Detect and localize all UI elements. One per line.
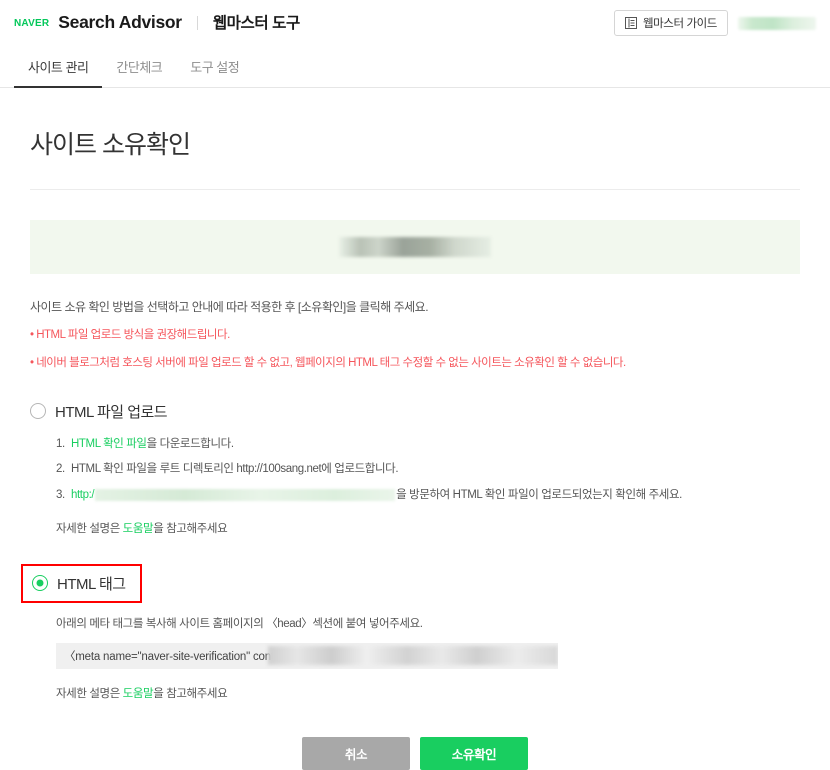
meta-tag-content-redacted: [268, 645, 558, 665]
list-item: 3. http:/ 을 방문하여 HTML 확인 파일이 업로드되었는지 확인해 …: [56, 487, 800, 504]
meta-tag-input[interactable]: 〈meta name="naver-site-verification" con…: [56, 642, 558, 669]
html-file-steps-list: 1. HTML 확인 파일을 다운로드합니다. 2. HTML 확인 파일을 루…: [56, 436, 800, 504]
tab-quick-check-label: 간단체크: [116, 60, 163, 75]
site-url-redacted: [339, 236, 491, 257]
option-html-file-upload-label: HTML 파일 업로드: [55, 403, 168, 421]
brand-title: Search Advisor: [58, 12, 182, 33]
step-number: 2.: [56, 463, 65, 476]
webmaster-guide-label: 웹마스터 가이드: [642, 18, 717, 30]
notice-limitation: • 네이버 블로그처럼 호스팅 서버에 파일 업로드 할 수 없고, 웹페이지의…: [30, 357, 626, 370]
step-number: 1.: [56, 437, 65, 450]
step-text-after: 을 다운로드합니다.: [146, 437, 234, 450]
book-icon: [624, 17, 637, 29]
tab-site-management[interactable]: 사이트 관리: [14, 46, 103, 88]
html-verify-file-link[interactable]: HTML 확인 파일: [71, 438, 147, 450]
step-text: http:/ 을 방문하여 HTML 확인 파일이 업로드되었는지 확인해 주세요…: [71, 487, 682, 504]
main-tab-bar: 사이트 관리 간단체크 도구 설정: [0, 46, 830, 88]
page-title: 사이트 소유확인: [30, 131, 191, 159]
global-header: NAVER Search Advisor 웹마스터 도구 웹마스터 가이드: [0, 0, 830, 46]
naver-logo-text: NAVER: [14, 17, 50, 29]
webmaster-guide-button[interactable]: 웹마스터 가이드: [613, 10, 728, 36]
radio-html-file-upload[interactable]: [30, 403, 46, 419]
instruction-lead: 사이트 소유 확인 방법을 선택하고 안내에 따라 적용한 후 [소유확인]을 …: [30, 299, 429, 314]
help-suffix: 을 참고해주세요: [153, 687, 228, 700]
form-action-buttons: 취소 소유확인: [30, 736, 800, 770]
option-html-file-upload: HTML 파일 업로드 1. HTML 확인 파일을 다운로드합니다. 2. H…: [30, 401, 800, 536]
notice-recommend: • HTML 파일 업로드 방식을 권장해드립니다.: [30, 328, 230, 341]
html-file-help-text: 자세한 설명은 도움말을 참고해주세요: [56, 520, 800, 536]
verification-url-link[interactable]: http:/: [71, 489, 95, 501]
list-item: 2. HTML 확인 파일을 루트 디렉토리인 http://100sang.n…: [56, 461, 800, 478]
brand-separator: [196, 15, 198, 30]
help-prefix: 자세한 설명은: [56, 687, 123, 700]
step-text-after: 을 방문하여 HTML 확인 파일이 업로드되었는지 확인해 주세요.: [396, 488, 682, 501]
step-text: HTML 확인 파일을 루트 디렉토리인 http://100sang.net에…: [71, 463, 399, 476]
option-html-file-upload-header[interactable]: HTML 파일 업로드: [30, 401, 800, 422]
header-right-area: 웹마스터 가이드: [613, 10, 816, 36]
meta-tag-value: 〈meta name="naver-site-verification" con…: [64, 650, 274, 663]
list-item: 1. HTML 확인 파일을 다운로드합니다.: [56, 436, 800, 453]
option-html-tag-body: 아래의 메타 태그를 복사해 사이트 홈페이지의 〈head〉섹션에 붙여 넣어…: [56, 615, 800, 701]
tab-tool-settings[interactable]: 도구 설정: [176, 46, 253, 87]
option-html-tag-header[interactable]: HTML 태그: [21, 563, 142, 603]
option-html-tag-label: HTML 태그: [57, 575, 126, 593]
title-divider: [30, 188, 800, 190]
step-text: HTML 확인 파일을 다운로드합니다.: [71, 436, 234, 453]
cancel-button[interactable]: 취소: [302, 736, 410, 770]
option-html-file-upload-body: 1. HTML 확인 파일을 다운로드합니다. 2. HTML 확인 파일을 루…: [56, 436, 800, 536]
html-tag-help-text: 자세한 설명은 도움말을 참고해주세요: [56, 685, 800, 701]
verify-ownership-button[interactable]: 소유확인: [420, 736, 528, 770]
tab-tool-settings-label: 도구 설정: [190, 60, 240, 75]
help-link[interactable]: 도움말: [123, 688, 154, 700]
brand-subtitle: 웹마스터 도구: [212, 15, 300, 33]
help-suffix: 을 참고해주세요: [153, 522, 228, 535]
tab-quick-check[interactable]: 간단체크: [102, 46, 176, 87]
page-content: 사이트 소유확인 사이트 소유 확인 방법을 선택하고 안내에 따라 적용한 후…: [0, 131, 830, 770]
brand-logo[interactable]: NAVER Search Advisor 웹마스터 도구: [14, 14, 300, 32]
verification-url-redacted: [95, 488, 396, 501]
site-url-banner: [30, 219, 800, 274]
tab-site-management-label: 사이트 관리: [28, 60, 89, 75]
help-prefix: 자세한 설명은: [56, 522, 123, 535]
step-number: 3.: [56, 488, 65, 501]
meta-tag-description: 아래의 메타 태그를 복사해 사이트 홈페이지의 〈head〉섹션에 붙여 넣어…: [56, 617, 423, 630]
help-link[interactable]: 도움말: [123, 523, 154, 535]
user-account-redacted[interactable]: [738, 16, 816, 30]
radio-html-tag[interactable]: [32, 575, 48, 592]
option-html-tag: HTML 태그 아래의 메타 태그를 복사해 사이트 홈페이지의 〈head〉섹…: [21, 563, 800, 701]
